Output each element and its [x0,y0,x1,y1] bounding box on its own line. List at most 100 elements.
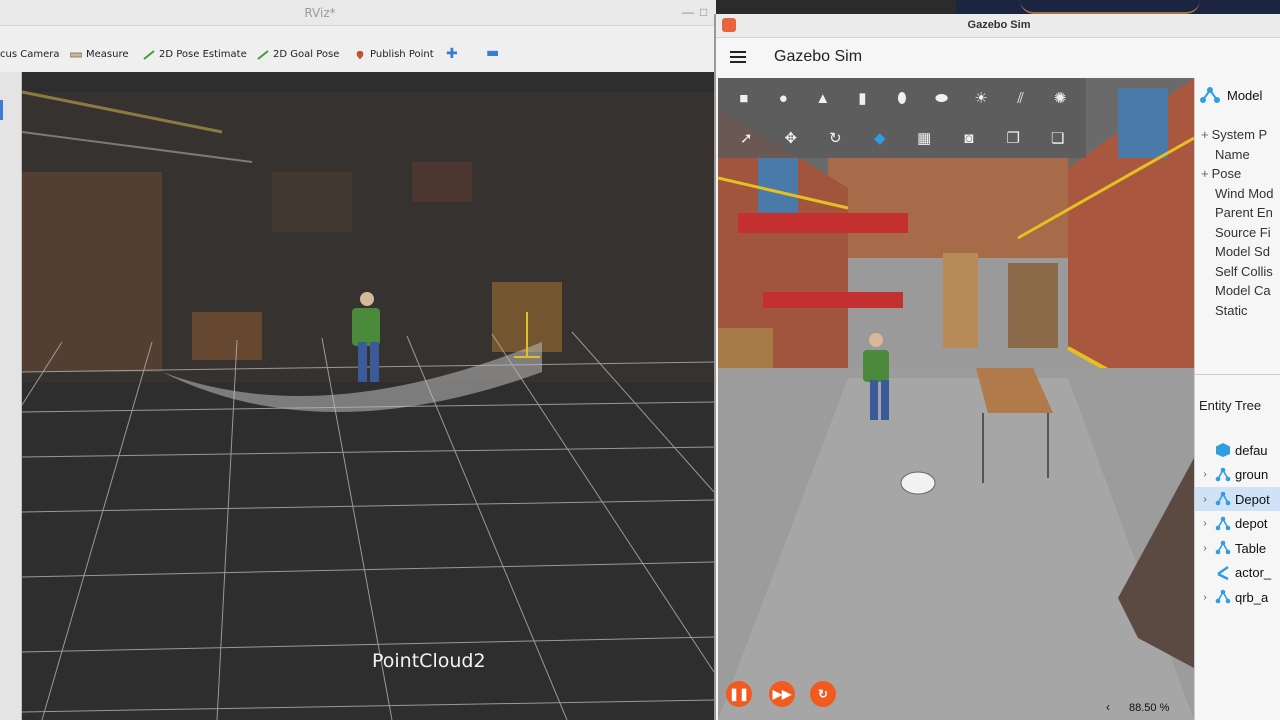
shape-toolbar: ■ ● ▲ ▮ ⬮ ⬬ ☀ ⫽ ✺ [718,78,1086,118]
spot-light-icon[interactable]: ✺ [1049,87,1071,109]
entity-tree-item[interactable]: actor_ [1195,561,1280,585]
component-row-label: Model Ca [1215,283,1271,298]
point-cloud-render [22,72,714,720]
gazebo-right-panel: Model + System P Name + Pose Wind Mod Parent E… [1194,78,1280,720]
remove-tool-icon[interactable]: ▬ [486,45,499,61]
rviz-window-title: RViz* [304,6,336,20]
cylinder-icon[interactable]: ▮ [851,87,873,109]
rviz-window: RViz* — □ cus Camera Measure 2D Pose Est… [0,0,716,720]
entity-tree-item[interactable]: › groun [1195,463,1280,487]
transform-toolbar: ➚ ✥ ↻ ◆ ▦ ◙ ❐ ❏ [718,118,1086,158]
component-row[interactable]: + System P [1195,127,1280,146]
goal-pose-button[interactable]: 2D Goal Pose [257,49,339,60]
component-row-label: Parent En [1215,205,1273,220]
paste-icon[interactable]: ❏ [1047,127,1069,149]
green-arrow-icon [143,49,155,60]
component-row-label: Static [1215,302,1248,318]
directional-light-icon[interactable]: ⫽ [1010,87,1032,109]
goal-pose-label: 2D Goal Pose [273,49,340,60]
actor-icon [1217,565,1229,580]
component-row-label: Model Sd [1215,244,1270,259]
chevron-right-icon[interactable]: › [1199,469,1211,480]
measure-button[interactable]: Measure [70,49,129,60]
desktop-decoration [1020,0,1200,14]
model-icon [1215,516,1231,530]
rviz-side-panel [0,72,22,720]
model-icon [1215,589,1231,604]
model-icon [1215,540,1231,555]
component-row: Name [1195,147,1280,166]
side-panel-indicator [0,100,3,120]
component-row-label: Source Fi [1215,224,1271,240]
chevron-right-icon[interactable]: › [1199,518,1211,529]
entity-tree-item[interactable]: › qrb_a [1195,585,1280,609]
component-row[interactable]: + Pose [1195,166,1280,185]
entity-tree-item[interactable]: › Depot [1195,487,1280,511]
gazebo-titlebar: Gazebo Sim [716,14,1280,38]
entity-tree-item-label: depot [1235,516,1268,531]
entity-tree-item[interactable]: defau [1195,438,1280,462]
pause-button[interactable]: ❚❚ [726,681,752,707]
rotate-icon[interactable]: ↻ [824,127,846,149]
expand-plus-icon[interactable]: + [1201,166,1209,181]
minimize-icon[interactable]: — [682,5,694,19]
translate-icon[interactable]: ✥ [780,127,802,149]
publish-point-button[interactable]: Publish Point [354,49,434,60]
map-pin-icon [356,50,364,59]
component-row-label: Pose [1211,166,1242,181]
focus-camera-label: cus Camera [0,49,60,60]
cube-icon [1216,443,1230,457]
warehouse-render [718,78,1194,720]
select-cursor-icon[interactable]: ➚ [735,127,757,149]
panel-divider [1195,374,1280,375]
gazebo-3d-scene[interactable]: ■ ● ▲ ▮ ⬮ ⬬ ☀ ⫽ ✺ ➚ ✥ ↻ ◆ ▦ ◙ ❐ ❏ ❚❚ ▶▶ … [718,78,1194,720]
camera-icon[interactable]: ◙ [958,127,980,149]
grid-icon[interactable]: ▦ [913,127,935,149]
entity-tree-item-label: qrb_a [1235,589,1269,605]
sun-light-icon[interactable]: ☀ [970,87,992,109]
publish-point-label: Publish Point [370,49,434,60]
chevron-left-icon[interactable]: ‹ [1106,700,1110,714]
model-icon [1215,491,1231,506]
entity-tree-item-label: groun [1235,467,1269,482]
reset-button[interactable]: ↻ [810,681,836,707]
sphere-icon[interactable]: ● [772,87,794,109]
cone-icon[interactable]: ▲ [812,87,834,109]
component-row-label: Wind Mod [1215,185,1274,201]
entity-tree-item-label: actor_ [1235,565,1272,580]
component-row: Self Collis [1195,264,1280,283]
entity-tree-title: Entity Tree [1199,398,1262,413]
chevron-right-icon[interactable]: › [1199,543,1211,554]
gazebo-window: Gazebo Sim Gazebo Sim ■ ● ▲ ▮ ⬮ ⬬ ☀ ⫽ ✺ … [714,14,1280,720]
entity-tree-item[interactable]: › depot [1195,512,1280,536]
chevron-right-icon[interactable]: › [1199,494,1211,505]
component-row-label: Self Collis [1215,263,1273,279]
expand-plus-icon[interactable]: + [1201,127,1209,142]
ellipsoid-icon[interactable]: ⬬ [931,87,953,109]
step-forward-button[interactable]: ▶▶ [769,681,795,707]
component-row: Model Sd [1195,244,1280,263]
entity-tree-item[interactable]: › Table [1195,536,1280,560]
copy-icon[interactable]: ❐ [1002,127,1024,149]
real-time-factor: 88.50 % [1129,702,1170,714]
component-row: Wind Mod [1195,186,1280,205]
pointcloud-label: PointCloud2 [372,650,486,672]
focus-camera-button[interactable]: cus Camera [0,49,59,60]
component-row: Parent En [1195,205,1280,224]
box-icon[interactable]: ■ [733,87,755,109]
maximize-icon[interactable]: □ [700,5,707,19]
ruler-icon [70,52,82,57]
gazebo-window-title: Gazebo Sim [967,19,1031,31]
chevron-right-icon[interactable]: › [1199,592,1211,603]
component-row: Model Ca [1195,283,1280,302]
hamburger-menu-icon[interactable] [730,51,746,63]
pose-estimate-button[interactable]: 2D Pose Estimate [143,49,247,60]
rviz-3d-view[interactable]: PointCloud2 [22,72,714,720]
capsule-icon[interactable]: ⬮ [891,87,913,109]
model-icon [1215,467,1231,481]
add-tool-icon[interactable]: ✚ [446,46,458,62]
component-row-label: System P [1211,127,1268,142]
component-row: Source Fi [1195,225,1280,244]
snap-icon[interactable]: ◆ [869,127,891,149]
component-row-label: Name [1215,146,1250,162]
